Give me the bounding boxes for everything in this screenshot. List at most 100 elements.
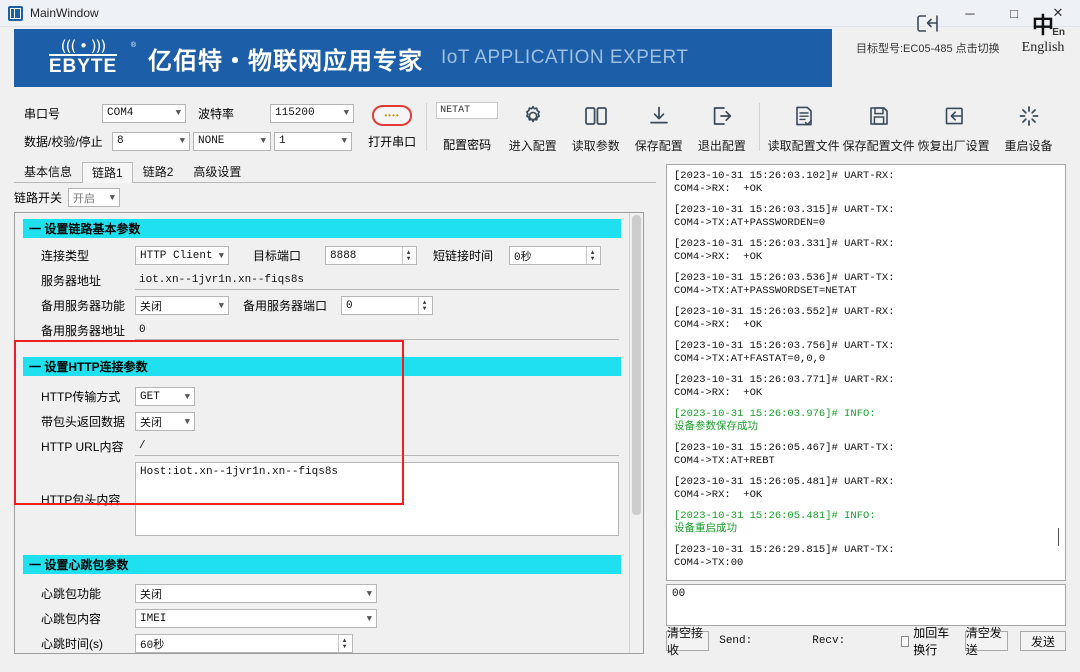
section-basic-params-body: 连接类型 HTTP Client ▼ 目标端口 8888 ▲ ▼ 短链接时间 0秒 [23,238,621,349]
read-params-label: 读取参数 [571,138,620,153]
log-entry-head: [2023-10-31 15:26:03.756]# UART-TX: [674,340,895,352]
tab-advanced-settings[interactable]: 高级设置 [183,161,251,182]
application-window: MainWindow ─ □ ✕ ® ((( • ))) EBYTE 亿佰特・物… [0,0,1080,672]
exit-icon [710,101,734,131]
clear-recv-button[interactable]: 清空接收 [666,626,710,657]
model-switch-button[interactable]: 目标型号:EC05-485 点击切换 [856,2,1000,60]
enter-config-button[interactable]: 进入配置 [501,95,564,159]
send-textarea[interactable]: 00 [666,584,1066,626]
link-switch-label: 链路开关 [14,191,63,205]
language-toggle-button[interactable]: 中 En English [1022,2,1065,60]
log-entry-body: COM4->TX:AT+PASSWORDSET=NETAT [674,285,857,297]
section-http-params-title: 一 设置HTTP连接参数 [23,357,621,376]
tab-link-2[interactable]: 链路2 [133,161,184,182]
spinner-icon[interactable]: ▲ ▼ [418,297,430,314]
chevron-down-icon: ▼ [184,416,190,427]
exit-config-button[interactable]: 退出配置 [690,95,753,159]
reboot-device-button[interactable]: 重启设备 [991,95,1066,159]
log-entry: [2023-10-31 15:26:05.467]# UART-TX: COM4… [674,442,1058,468]
logo-wordmark: EBYTE [48,53,118,77]
read-config-file-button[interactable]: 读取配置文件 [766,95,841,159]
ebyte-logo: ® ((( • ))) EBYTE [28,38,138,77]
chevron-down-icon: ▼ [343,108,349,118]
parity-select[interactable]: NONE ▼ [193,131,271,151]
spinner-icon[interactable]: ▲ ▼ [338,635,350,652]
clear-send-button[interactable]: 清空发送 [964,626,1009,657]
baud-rate-value: 115200 [275,107,315,119]
exit-config-label: 退出配置 [697,138,746,153]
log-entry: [2023-10-31 15:26:05.481]# UART-RX: COM4… [674,476,1058,502]
heartbeat-interval-row: 心跳时间(s) 60秒 ▲ ▼ [23,633,621,653]
config-password-input[interactable]: NETAT [436,101,499,119]
factory-reset-label: 恢复出厂设置 [917,138,990,153]
read-params-button[interactable]: 读取参数 [564,95,627,159]
spinner-icon[interactable]: ▲ ▼ [586,247,598,264]
spinner-icon[interactable]: ▲ ▼ [402,247,414,264]
tab-basic-info[interactable]: 基本信息 [14,161,82,182]
save-config-file-button[interactable]: 保存配置文件 [841,95,916,159]
heartbeat-content-value: IMEI [140,612,167,625]
log-entry-head: [2023-10-31 15:26:05.481]# INFO: [674,510,876,522]
short-conn-input[interactable]: 0秒 ▲ ▼ [509,246,601,265]
section-basic-params: 一 设置链路基本参数 连接类型 HTTP Client ▼ 目标端口 8888 … [23,219,621,349]
serial-port-row: 串口号 COM4 ▼ 波特率 115200 ▼ [14,101,354,125]
crlf-checkbox-group[interactable]: 加回车换行 [901,624,953,658]
backup-addr-input[interactable]: 0 [135,321,619,340]
config-panel-scroll-thumb[interactable] [632,215,641,515]
tab-link-1[interactable]: 链路1 [82,162,133,183]
http-with-header-select[interactable]: 关闭 ▼ [135,412,195,431]
data-parity-stop-label: 数据/校验/停止 [24,134,103,149]
download-icon [647,101,671,131]
server-addr-input[interactable]: iot.xn--1jvr1n.xn--fiqs8s [135,271,619,290]
conn-type-select[interactable]: HTTP Client ▼ [135,246,229,265]
heartbeat-enable-select[interactable]: 关闭 ▼ [135,584,377,603]
crlf-checkbox[interactable] [901,635,910,647]
model-switch-label: 目标型号:EC05-485 点击切换 [856,43,1000,55]
enter-config-label: 进入配置 [508,138,557,153]
log-entry-head: [2023-10-31 15:26:05.481]# UART-RX: [674,476,895,488]
factory-reset-button[interactable]: 恢复出厂设置 [916,95,991,159]
conn-type-row: 连接类型 HTTP Client ▼ 目标端口 8888 ▲ ▼ 短链接时间 0秒 [23,245,621,266]
config-panel-scrollbar[interactable] [629,213,643,653]
save-config-button[interactable]: 保存配置 [627,95,690,159]
data-parity-stop-row: 数据/校验/停止 8 ▼ NONE ▼ 1 ▼ [14,129,354,153]
data-bits-value: 8 [117,135,124,147]
log-entry-head: [2023-10-31 15:26:03.552]# UART-RX: [674,306,895,318]
chevron-down-icon: ▼ [109,192,116,203]
log-entry-head: [2023-10-31 15:26:03.536]# UART-TX: [674,272,895,284]
chevron-down-icon: ▼ [260,136,266,146]
data-bits-select[interactable]: 8 ▼ [112,131,190,151]
section-heartbeat-body: 心跳包功能 关闭 ▼ 心跳包内容 IMEI ▼ 心跳时间(s) 60秒 ▲ ▼ [23,574,621,653]
baud-rate-select[interactable]: 115200 ▼ [270,103,354,123]
heartbeat-interval-input[interactable]: 60秒 ▲ ▼ [135,634,353,653]
log-entry-body: 设备参数保存成功 [674,421,758,433]
log-entry: [2023-10-31 15:26:03.102]# UART-RX: COM4… [674,170,1058,196]
backup-fn-select[interactable]: 关闭 ▼ [135,296,229,315]
heartbeat-content-select[interactable]: IMEI ▼ [135,609,377,628]
log-entry-info: [2023-10-31 15:26:03.976]# INFO: 设备参数保存成… [674,408,1058,434]
language-glyph-zh: 中 [1032,12,1055,38]
link-config-panel: 一 设置链路基本参数 连接类型 HTTP Client ▼ 目标端口 8888 … [14,212,644,654]
link-switch-select[interactable]: 开启 ▼ [68,188,121,207]
log-entry: [2023-10-31 15:26:03.331]# UART-RX: COM4… [674,238,1058,264]
language-label: English [1021,39,1065,55]
http-method-select[interactable]: GET ▼ [135,387,195,406]
link-switch-value: 开启 [73,193,96,206]
crlf-label: 加回车换行 [913,626,950,657]
http-url-input[interactable]: / [135,437,619,456]
language-icon: 中 En [1032,7,1065,38]
send-button[interactable]: 发送 [1020,631,1066,651]
http-header-textarea[interactable]: Host:iot.xn--1jvr1n.xn--fiqs8s [135,462,619,536]
stop-bits-select[interactable]: 1 ▼ [274,131,352,151]
log-output-view[interactable]: [2023-10-31 15:26:03.102]# UART-RX: COM4… [666,164,1066,581]
dest-port-input[interactable]: 8888 ▲ ▼ [325,246,417,265]
open-serial-button[interactable]: •••• 打开串口 [364,104,420,150]
brand-title-cn: 亿佰特・物联网应用专家 [148,47,423,75]
backup-port-input[interactable]: 0 ▲ ▼ [341,296,433,315]
log-entry-head: [2023-10-31 15:26:03.771]# UART-RX: [674,374,895,386]
book-icon [583,101,609,131]
recv-count-label: Recv: [812,635,846,647]
log-entry-body: COM4->TX:AT+PASSWORDEN=0 [674,217,826,229]
backup-addr-value: 0 [139,324,146,336]
serial-port-select[interactable]: COM4 ▼ [102,103,186,123]
